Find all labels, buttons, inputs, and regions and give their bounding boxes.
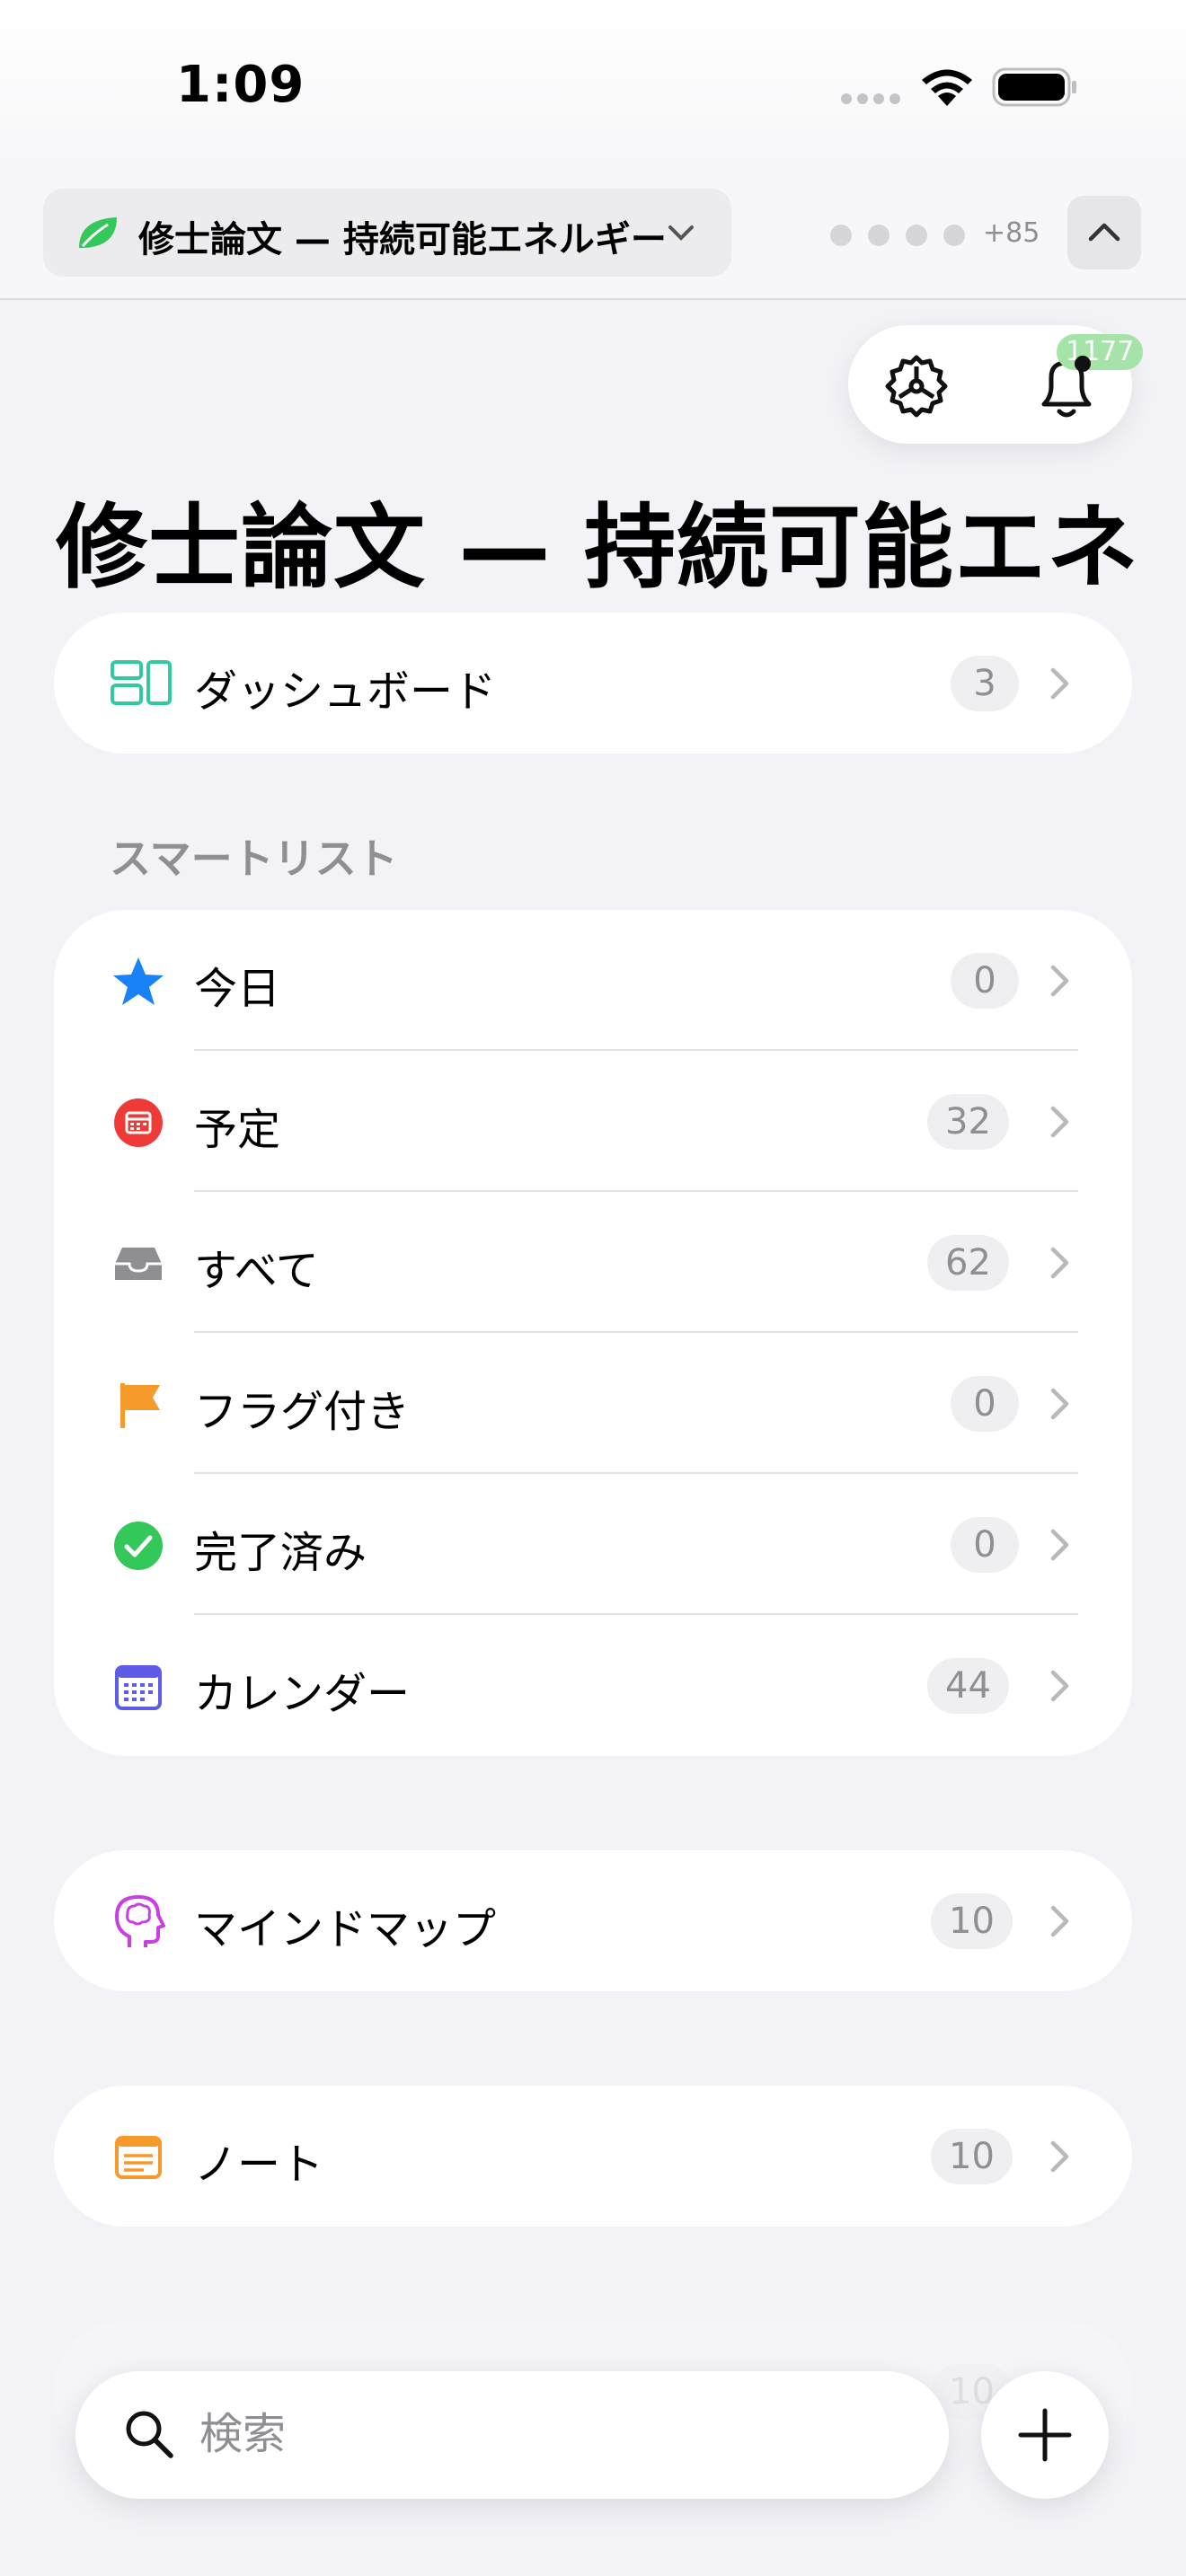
search-bar[interactable] xyxy=(75,2371,949,2499)
status-time: 1:09 xyxy=(176,56,305,114)
smart-list-completed[interactable]: 完了済み 0 xyxy=(54,1474,1132,1615)
list-item-label: フラグ付き xyxy=(194,1387,411,1437)
mind-map-count: 10 xyxy=(931,1893,1013,1949)
battery-icon xyxy=(992,67,1076,107)
star-icon xyxy=(113,957,164,1005)
list-item-count: 62 xyxy=(927,1235,1009,1291)
search-input[interactable] xyxy=(199,2398,900,2470)
list-item-count: 0 xyxy=(951,1517,1019,1573)
member-avatars[interactable] xyxy=(830,225,965,246)
status-bar: 1:09 xyxy=(0,0,1186,165)
dashboard-icon xyxy=(111,660,172,705)
notes-row[interactable]: ノート 10 xyxy=(54,2086,1132,2227)
plus-icon xyxy=(1018,2408,1072,2462)
search-icon xyxy=(126,2411,173,2458)
list-item-label: カレンダー xyxy=(194,1669,411,1719)
smart-list-calendar[interactable]: カレンダー 44 xyxy=(54,1615,1132,1756)
list-item-label: 完了済み xyxy=(194,1528,367,1578)
calendar-badge-icon xyxy=(114,1098,163,1147)
mind-map-label: マインドマップ xyxy=(194,1904,497,1954)
avatar xyxy=(830,225,852,246)
calendar-grid-icon xyxy=(115,1665,162,1710)
list-item-label: 予定 xyxy=(194,1105,281,1155)
workspace-bar: 修士論文 — 持続可能エネルギー +85 xyxy=(0,165,1186,300)
collapse-button[interactable] xyxy=(1067,196,1141,269)
smart-list-all[interactable]: すべて 62 xyxy=(54,1192,1132,1333)
list-item-label: 今日 xyxy=(194,964,281,1014)
mind-map-card: マインドマップ 10 xyxy=(54,1850,1132,1991)
chevron-right-icon xyxy=(1050,1905,1069,1937)
workspace-switcher[interactable]: 修士論文 — 持続可能エネルギー xyxy=(43,189,731,277)
page-title: 修士論文 — 持続可能エネ… xyxy=(56,495,1134,602)
list-item-label: すべて xyxy=(194,1246,319,1296)
smart-lists-card: 今日 0 予定 32 すべて 62 フラグ付き 0 完了済み 0 カレンダー 4… xyxy=(54,910,1132,1756)
chevron-right-icon xyxy=(1050,965,1069,997)
workspace-title: 修士論文 — 持続可能エネルギー xyxy=(138,219,667,260)
notification-badge: 1177 xyxy=(1057,334,1144,370)
dashboard-label: ダッシュボード xyxy=(194,666,497,717)
wifi-icon xyxy=(922,69,972,106)
avatar xyxy=(906,225,927,246)
chevron-right-icon xyxy=(1050,1529,1069,1561)
add-button[interactable] xyxy=(981,2371,1109,2499)
chevron-right-icon xyxy=(1050,1247,1069,1279)
chevron-down-icon xyxy=(668,225,694,241)
mind-map-row[interactable]: マインドマップ 10 xyxy=(54,1850,1132,1991)
chevron-right-icon xyxy=(1050,1106,1069,1138)
checkmark-circle-icon xyxy=(114,1522,163,1570)
note-icon xyxy=(115,2136,162,2179)
smart-list-flagged[interactable]: フラグ付き 0 xyxy=(54,1333,1132,1474)
list-item-count: 0 xyxy=(951,1376,1019,1432)
chevron-up-icon xyxy=(1088,223,1120,242)
list-item-count: 0 xyxy=(951,953,1019,1009)
more-members-count: +85 xyxy=(983,217,1040,249)
chevron-right-icon xyxy=(1050,1388,1069,1420)
chevron-right-icon xyxy=(1050,667,1069,700)
cellular-signal-icon xyxy=(841,93,900,104)
smart-list-today[interactable]: 今日 0 xyxy=(54,910,1132,1051)
dashboard-count: 3 xyxy=(951,656,1019,711)
dashboard-card: ダッシュボード 3 xyxy=(54,613,1132,754)
avatar xyxy=(943,225,965,246)
chevron-right-icon xyxy=(1050,1670,1069,1702)
gear-icon[interactable] xyxy=(882,352,951,420)
notes-label: ノート xyxy=(194,2139,324,2190)
leaf-icon xyxy=(79,217,117,248)
dashboard-row[interactable]: ダッシュボード 3 xyxy=(54,613,1132,754)
header-actions: 1177 xyxy=(848,325,1144,444)
notes-count: 10 xyxy=(931,2129,1013,2184)
tray-icon xyxy=(115,1248,162,1280)
smart-list-scheduled[interactable]: 予定 32 xyxy=(54,1051,1132,1192)
brain-head-icon xyxy=(115,1895,165,1947)
avatar xyxy=(868,225,890,246)
list-item-count: 32 xyxy=(927,1094,1009,1150)
flag-icon xyxy=(120,1383,160,1428)
notification-dot xyxy=(1075,356,1091,372)
notes-card: ノート 10 xyxy=(54,2086,1132,2227)
chevron-right-icon xyxy=(1050,2140,1069,2173)
list-item-count: 44 xyxy=(927,1658,1009,1714)
smart-lists-header: スマートリスト xyxy=(110,834,398,883)
